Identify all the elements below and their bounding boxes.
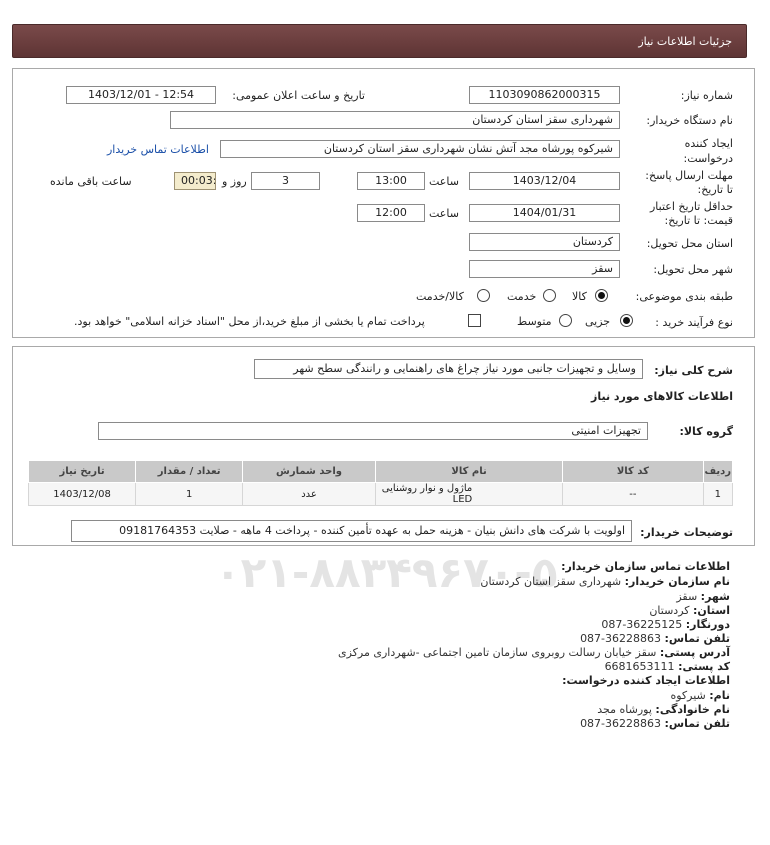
watermark-phone: ۰۲۱-۸۸۳۴۹۶۷۰-۵ — [215, 548, 558, 597]
buyer-org-label: نام دستگاه خریدار: — [646, 114, 733, 127]
process-radio-minor[interactable] — [620, 314, 633, 327]
creator-last-name: نام خانوادگی: پورشاه مجد — [597, 703, 730, 716]
announce-field: 1403/12/01 - 12:54 — [66, 86, 216, 104]
summary-field: وسایل و تجهیزات جانبی مورد نیاز چراغ های… — [254, 359, 643, 379]
creator-first-name: نام: شیرکوه — [670, 689, 730, 702]
process-option-minor: جزیی — [585, 315, 611, 328]
deadline-label-2: تا تاریخ: — [697, 183, 733, 196]
validity-time-label: ساعت — [429, 207, 459, 220]
contact-postal: کد پستی: 6681653111 — [605, 660, 730, 673]
validity-label-2: قیمت: تا تاریخ: — [664, 214, 733, 227]
province-field: کردستان — [469, 233, 620, 251]
deadline-date-field: 1403/12/04 — [469, 172, 620, 190]
process-label: نوع فرآیند خرید : — [655, 316, 733, 329]
city-label: شهر محل تحویل: — [653, 263, 733, 276]
contact-phone: تلفن تماس: 087-36228863 — [580, 632, 730, 645]
goods-info-title: اطلاعات کالاهای مورد نیاز — [591, 390, 733, 403]
goods-group-field: تجهیزات امنیتی — [98, 422, 648, 440]
process-option-medium: متوسط — [517, 315, 552, 328]
col-row: ردیف — [702, 460, 733, 483]
validity-label: حداقل تاریخ اعتبار — [649, 200, 733, 213]
col-need-date: تاریخ نیاز — [27, 460, 137, 483]
contact-province: استان: کردستان — [649, 604, 730, 617]
process-radio-medium[interactable] — [559, 314, 572, 327]
col-unit: واحد شمارش — [242, 460, 376, 483]
contact-org-label: نام سازمان خریدار: — [624, 575, 730, 588]
contact-postal-value: 6681653111 — [604, 660, 675, 673]
time-remaining-label: ساعت باقی مانده — [50, 175, 132, 188]
creator-last-name-label: نام خانوادگی: — [655, 703, 730, 716]
creator-label: ایجاد کننده — [684, 137, 733, 150]
cell-row: 1 — [702, 482, 733, 506]
deadline-time-field: 13:00 — [357, 172, 425, 190]
contact-city-label: شهر: — [700, 590, 730, 603]
col-quantity: تعداد / مقدار — [135, 460, 244, 483]
contact-city-value: سقز — [676, 590, 698, 603]
category-label: طبقه بندی موضوعی: — [635, 290, 733, 303]
validity-date-field: 1404/01/31 — [469, 204, 620, 222]
category-radio-service[interactable] — [543, 289, 556, 302]
creator-phone: تلفن تماس: 087-36228863 — [580, 717, 730, 730]
creator-field: شیرکوه پورشاه مجد آتش نشان شهرداری سقز ا… — [220, 140, 620, 158]
deadline-label: مهلت ارسال پاسخ: — [645, 169, 733, 182]
cell-need-date: 1403/12/08 — [27, 482, 137, 506]
summary-label: شرح کلی نیاز: — [654, 364, 733, 377]
city-field: سقز — [469, 260, 620, 278]
contact-province-label: استان: — [693, 604, 730, 617]
need-number-label: شماره نیاز: — [680, 89, 733, 102]
deadline-time-label: ساعت — [429, 175, 459, 188]
cell-name: ماژول و نوار روشنایی LED — [374, 482, 564, 506]
contact-fax-label: دورنگار: — [685, 618, 730, 631]
buyer-notes-field: اولویت با شرکت های دانش بنیان - هزینه حم… — [71, 520, 632, 542]
creator-phone-label: تلفن تماس: — [664, 717, 730, 730]
contact-province-value: کردستان — [649, 604, 690, 617]
contact-fax: دورنگار: 087-36225125 — [601, 618, 730, 631]
buyer-org-field: شهرداری سقز استان کردستان — [170, 111, 620, 129]
contact-address-value: سقز خیابان رسالت روبروی سازمان تامین اجت… — [337, 646, 657, 659]
category-option-goods-service: کالا/خدمت — [416, 290, 464, 303]
time-remaining-field: 00:03:03 — [174, 172, 216, 190]
province-label: استان محل تحویل: — [646, 237, 733, 250]
treasury-payment-note: پرداخت تمام یا بخشی از مبلغ خرید،از محل … — [74, 315, 425, 328]
contact-address-label: آدرس پستی: — [659, 646, 730, 659]
contact-address: آدرس پستی: سقز خیابان رسالت روبروی سازما… — [338, 646, 730, 659]
contact-fax-value: 087-36225125 — [601, 618, 683, 631]
creator-phone-value: 087-36228863 — [580, 717, 662, 730]
col-name: نام کالا — [374, 460, 564, 483]
table-row[interactable]: 1 -- ماژول و نوار روشنایی LED عدد 1 1403… — [27, 482, 733, 506]
days-word: روز و — [222, 175, 247, 188]
contact-phone-value: 087-36228863 — [580, 632, 662, 645]
contact-title: اطلاعات تماس سازمان خریدار: — [561, 560, 730, 573]
creator-label-2: درخواست: — [683, 152, 733, 165]
contact-phone-label: تلفن تماس: — [664, 632, 730, 645]
category-option-service: خدمت — [507, 290, 537, 303]
category-radio-goods-service[interactable] — [477, 289, 490, 302]
cell-quantity: 1 — [135, 482, 244, 506]
contact-org: نام سازمان خریدار: شهرداری سقز استان کرد… — [480, 575, 730, 588]
buyer-contact-link[interactable]: اطلاعات تماس خریدار — [107, 143, 209, 156]
days-remaining-field: 3 — [251, 172, 320, 190]
page-header: جزئیات اطلاعات نیاز — [12, 24, 747, 58]
treasury-payment-checkbox[interactable] — [468, 314, 481, 327]
goods-group-label: گروه کالا: — [679, 425, 733, 438]
category-radio-goods[interactable] — [595, 289, 608, 302]
creator-info-title: اطلاعات ایجاد کننده درخواست: — [562, 674, 730, 687]
buyer-notes-label: توضیحات خریدار: — [640, 526, 733, 539]
cell-code: -- — [562, 482, 704, 506]
contact-org-value: شهرداری سقز استان کردستان — [480, 575, 622, 588]
creator-first-name-value: شیرکوه — [670, 689, 706, 702]
creator-last-name-value: پورشاه مجد — [597, 703, 652, 716]
cell-unit: عدد — [242, 482, 376, 506]
goods-table: ردیف کد کالا نام کالا واحد شمارش تعداد /… — [27, 460, 733, 506]
category-option-goods: کالا — [572, 290, 587, 303]
announce-label: تاریخ و ساعت اعلان عمومی: — [232, 89, 365, 102]
table-header-row: ردیف کد کالا نام کالا واحد شمارش تعداد /… — [27, 460, 733, 483]
contact-city: شهر: سقز — [676, 590, 730, 603]
contact-postal-label: کد پستی: — [678, 660, 730, 673]
need-number-field: 1103090862000315 — [469, 86, 620, 104]
col-code: کد کالا — [562, 460, 704, 483]
validity-time-field: 12:00 — [357, 204, 425, 222]
page-title: جزئیات اطلاعات نیاز — [638, 35, 732, 48]
creator-first-name-label: نام: — [709, 689, 730, 702]
